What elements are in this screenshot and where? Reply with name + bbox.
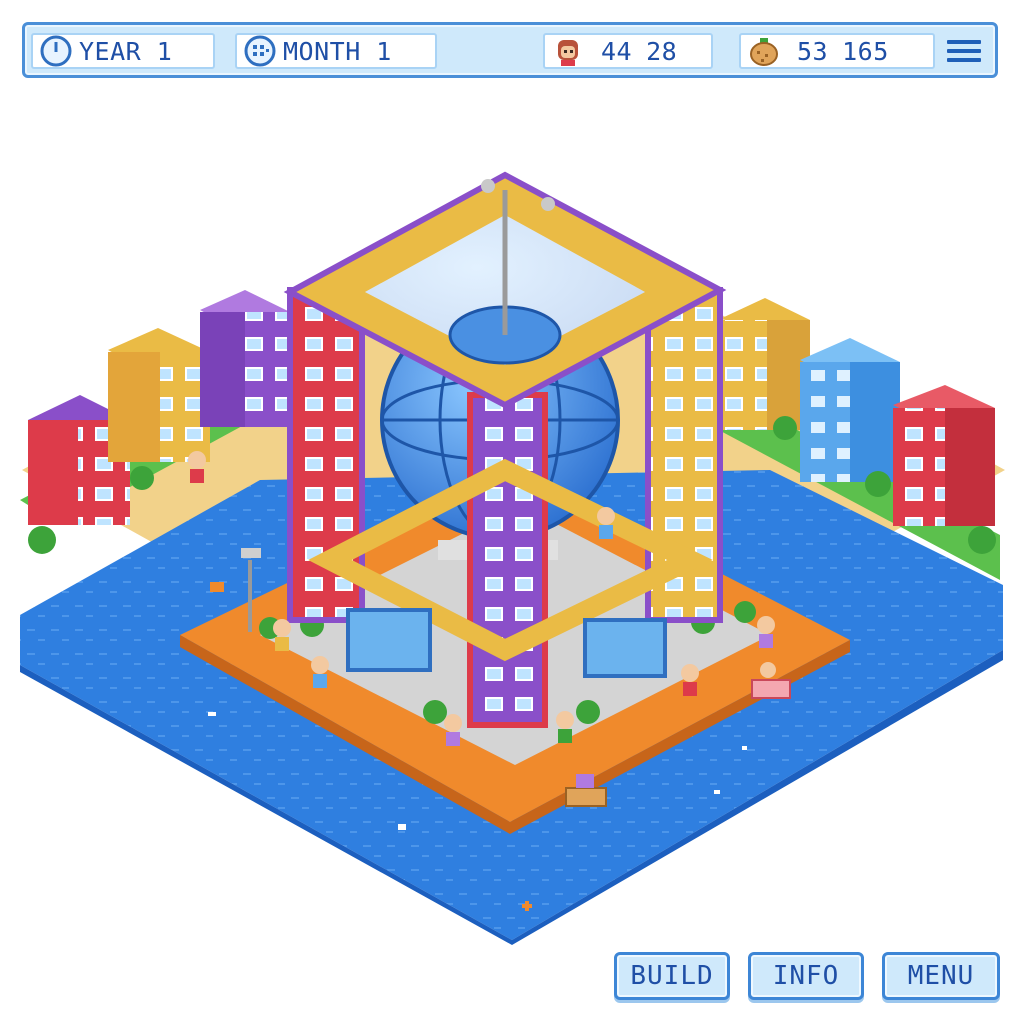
population-value-2: 28 [646, 36, 678, 66]
fruit-basket-icon [750, 38, 778, 66]
population-value-1: 44 [601, 36, 633, 66]
hamburger-menu-icon[interactable] [947, 35, 981, 67]
year-label: YEAR 1 [79, 36, 173, 66]
central-tower [283, 171, 727, 728]
year-display: YEAR 1 [31, 33, 215, 69]
clock-icon [40, 35, 72, 67]
info-button[interactable]: INFO [748, 952, 864, 1000]
menu-button[interactable]: MENU [882, 952, 1000, 1000]
month-display: MONTH 1 [235, 33, 437, 69]
top-hud: YEAR 1 MONTH 1 44 28 53 165 [22, 22, 998, 78]
city-scene [20, 171, 1005, 945]
calendar-icon [244, 35, 276, 67]
food-value-1: 53 [797, 36, 829, 66]
population-display: 44 28 [543, 33, 713, 69]
food-display: 53 165 [739, 33, 935, 69]
citizen-face-icon [558, 40, 578, 66]
food-value-2: 165 [842, 36, 889, 66]
build-button[interactable]: BUILD [614, 952, 730, 1000]
month-label: MONTH 1 [283, 36, 392, 66]
